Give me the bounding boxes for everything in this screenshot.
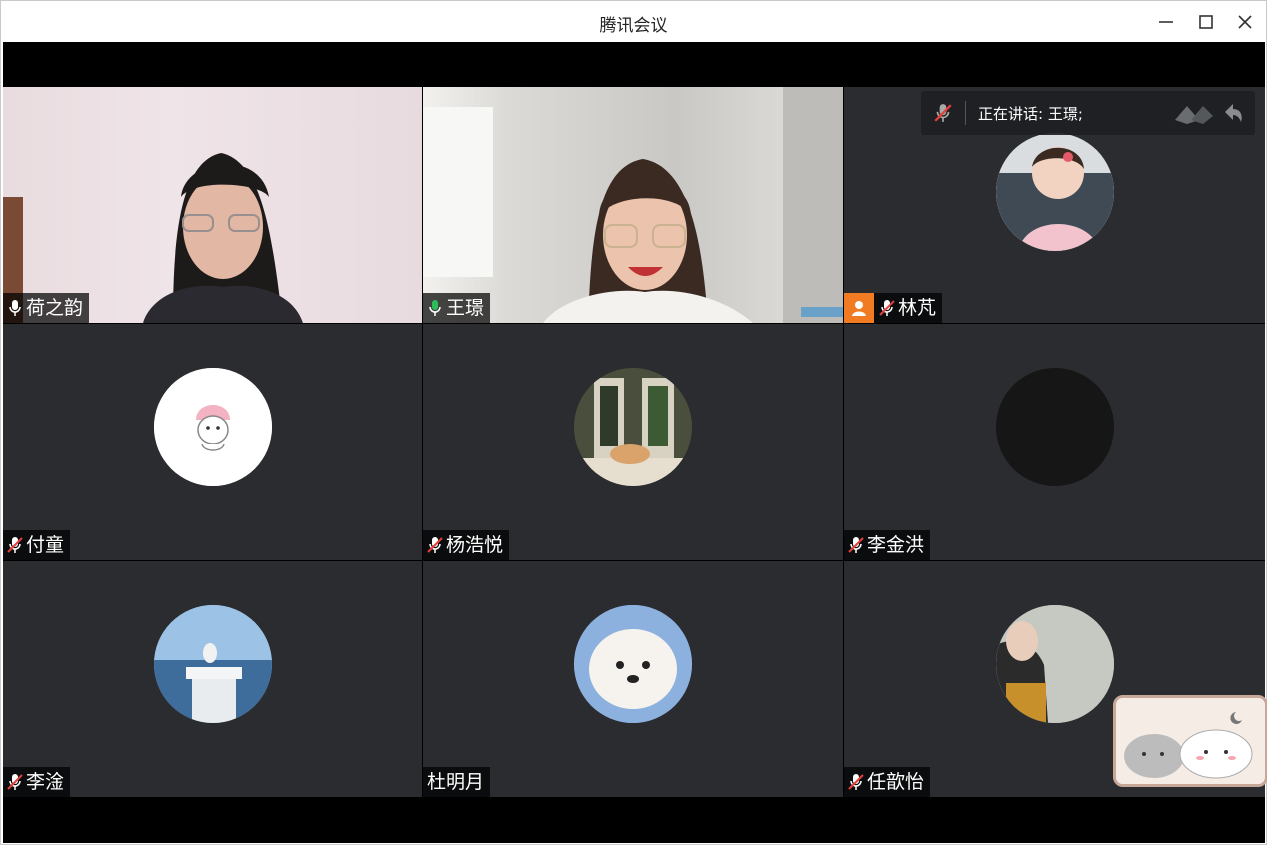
close-button[interactable] bbox=[1232, 9, 1258, 35]
participant-name: 李金洪 bbox=[867, 534, 925, 556]
mic-on-icon bbox=[7, 298, 23, 318]
participant-avatar bbox=[995, 133, 1114, 251]
participant-tile[interactable]: 杜明月 bbox=[423, 561, 843, 797]
speaking-text: 正在讲话: 王璟; bbox=[978, 104, 1083, 123]
mic-speaking-icon bbox=[427, 298, 443, 318]
close-icon bbox=[1238, 15, 1252, 29]
mic-muted-icon bbox=[7, 772, 23, 792]
participant-nameplate: 李金洪 bbox=[844, 530, 931, 560]
participant-avatar bbox=[995, 368, 1114, 486]
participant-name: 付童 bbox=[26, 534, 65, 556]
participant-nameplate: 杨浩悦 bbox=[423, 530, 510, 560]
video-feed bbox=[3, 87, 422, 323]
participant-avatar bbox=[574, 605, 692, 723]
participant-avatar bbox=[574, 368, 692, 486]
mic-muted-icon bbox=[848, 535, 864, 555]
participant-name: 杨浩悦 bbox=[446, 534, 504, 556]
video-stage: 荷之韵 王璟 林芃 付童 杨浩悦 李金洪 李淦 杜明月 任歆怡 正在讲话: 王璟… bbox=[3, 42, 1267, 843]
meeting-window: 腾讯会议 荷之韵 王璟 林芃 付童 杨浩悦 李金洪 李淦 杜明月 任歆怡 正在讲… bbox=[0, 0, 1267, 845]
participant-tile[interactable]: 荷之韵 bbox=[3, 87, 422, 323]
divider bbox=[965, 101, 966, 125]
mic-muted-icon bbox=[934, 104, 952, 122]
maximize-icon bbox=[1199, 15, 1213, 29]
window-title: 腾讯会议 bbox=[599, 16, 668, 36]
participant-nameplate: 付童 bbox=[3, 530, 71, 560]
host-icon bbox=[852, 301, 866, 316]
minimize-icon bbox=[1159, 21, 1173, 23]
host-badge bbox=[844, 293, 874, 323]
title-bar[interactable]: 腾讯会议 bbox=[1, 1, 1266, 42]
participant-nameplate: 任歆怡 bbox=[844, 767, 931, 797]
return-icon[interactable] bbox=[1221, 100, 1245, 126]
video-feed bbox=[423, 87, 843, 323]
participant-name: 王璟 bbox=[446, 297, 485, 319]
participant-name: 荷之韵 bbox=[26, 297, 84, 319]
video-person bbox=[3, 153, 303, 323]
mic-muted-icon bbox=[427, 535, 443, 555]
participant-avatar bbox=[995, 605, 1114, 723]
participant-tile[interactable]: 杨浩悦 bbox=[423, 324, 843, 560]
video-person bbox=[423, 87, 843, 323]
sticker-image bbox=[1113, 695, 1267, 787]
mic-muted-icon bbox=[848, 772, 864, 792]
collapse-icon[interactable] bbox=[1173, 100, 1217, 126]
participant-nameplate: 李淦 bbox=[3, 767, 71, 797]
participant-nameplate: 杜明月 bbox=[423, 767, 491, 797]
participant-tile[interactable]: 李淦 bbox=[3, 561, 422, 797]
participant-name: 林芃 bbox=[898, 297, 937, 319]
floating-toolbar bbox=[1173, 100, 1245, 126]
participant-avatar bbox=[153, 605, 272, 723]
participant-avatar bbox=[153, 368, 272, 486]
participant-tile[interactable]: 李金洪 bbox=[844, 324, 1265, 560]
participant-name: 任歆怡 bbox=[867, 771, 925, 793]
maximize-button[interactable] bbox=[1193, 9, 1219, 35]
mic-muted-icon bbox=[879, 298, 895, 318]
minimize-button[interactable] bbox=[1153, 9, 1179, 35]
participant-tile[interactable]: 王璟 bbox=[423, 87, 843, 323]
participant-nameplate: 王璟 bbox=[423, 293, 491, 323]
participant-tile[interactable]: 付童 bbox=[3, 324, 422, 560]
mute-toggle-button[interactable] bbox=[921, 103, 965, 123]
participant-grid: 荷之韵 王璟 林芃 付童 杨浩悦 李金洪 李淦 杜明月 任歆怡 正在讲话: 王璟… bbox=[3, 87, 1267, 797]
participant-name: 杜明月 bbox=[427, 771, 485, 793]
participant-nameplate: 林芃 bbox=[844, 293, 943, 323]
participant-name: 李淦 bbox=[26, 771, 65, 793]
participant-nameplate: 荷之韵 bbox=[3, 293, 90, 323]
speaking-indicator[interactable]: 正在讲话: 王璟; bbox=[921, 91, 1255, 135]
mic-muted-icon bbox=[7, 535, 23, 555]
